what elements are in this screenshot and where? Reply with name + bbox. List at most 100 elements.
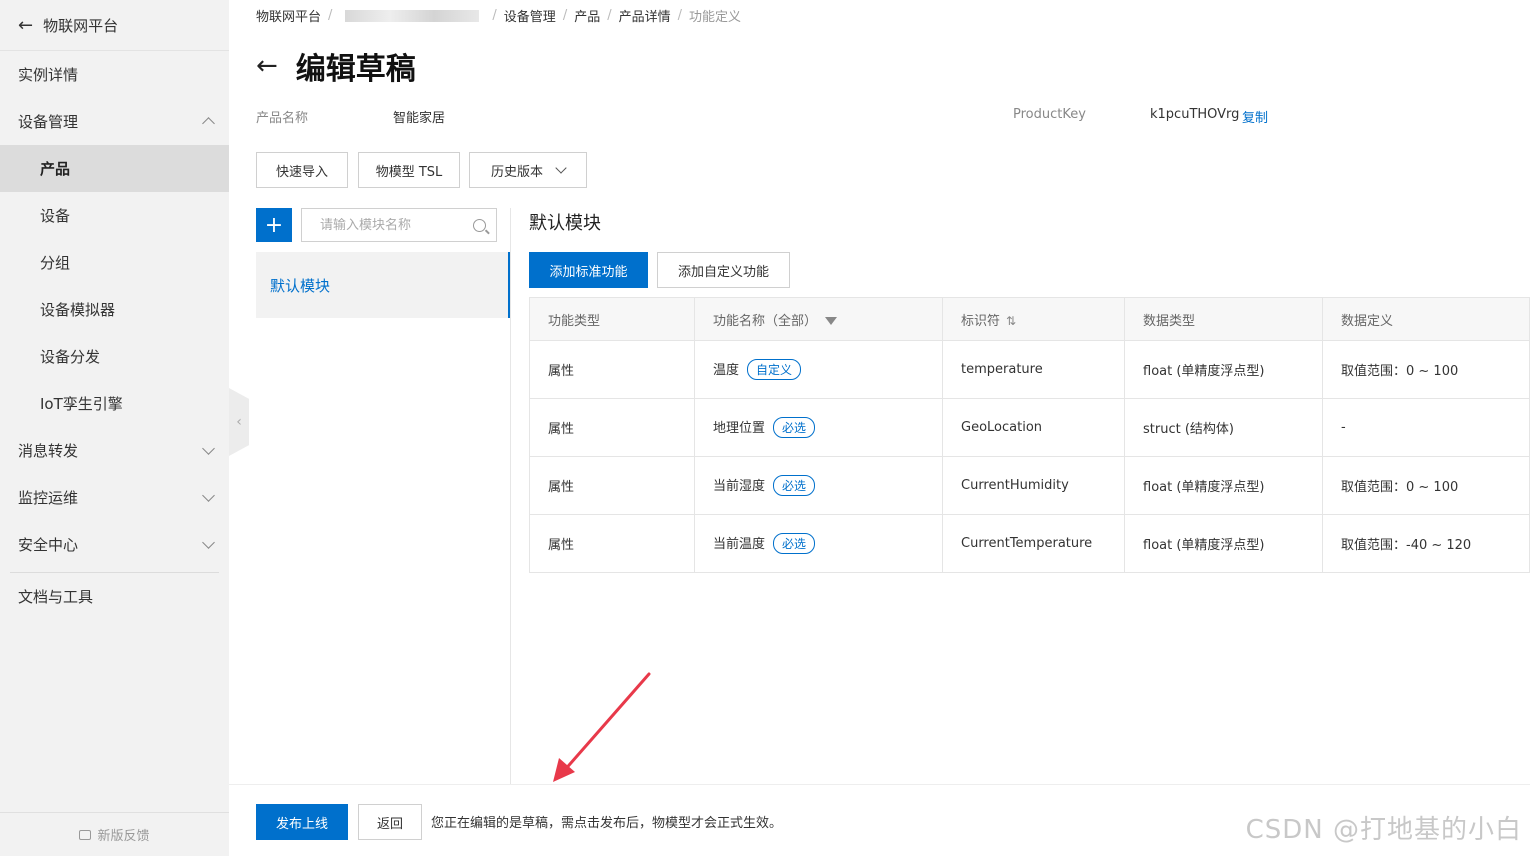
watermark: CSDN @打地基的小白 (1245, 815, 1522, 845)
column-header-data-type: 数据类型 (1124, 297, 1323, 341)
breadcrumb-item[interactable]: 产品 (574, 6, 600, 25)
cell-identifier: GeoLocation (942, 398, 1125, 457)
function-name: 地理位置 (713, 421, 766, 436)
cell-type: 属性 (529, 514, 695, 573)
back-arrow-icon[interactable]: ← (256, 51, 278, 81)
sidebar-header[interactable]: ← 物联网平台 (0, 0, 229, 51)
feedback-label: 新版反馈 (97, 829, 150, 844)
product-key-value: k1pcuTHOVrg (1150, 107, 1240, 122)
sort-icon[interactable]: ⇅ (1006, 314, 1016, 328)
column-header-label: 数据定义 (1341, 313, 1394, 329)
sidebar-item-label: IoT孪生引擎 (40, 395, 123, 413)
cell-name: 当前湿度 必选 (694, 456, 943, 515)
module-search-input[interactable] (320, 217, 460, 233)
cell-type: 属性 (529, 340, 695, 399)
table-row: 属性 当前湿度 必选 CurrentHumidity float (单精度浮点型)… (529, 456, 1530, 515)
module-list-item[interactable]: 默认模块 (256, 252, 510, 318)
column-header-type: 功能类型 (529, 297, 695, 341)
sidebar-item-label: 设备模拟器 (40, 301, 116, 319)
sidebar-item-security[interactable]: 安全中心 (0, 521, 229, 568)
return-button[interactable]: 返回 (358, 804, 422, 840)
sidebar-item-docs-tools[interactable]: 文档与工具 (0, 573, 229, 620)
publish-button[interactable]: 发布上线 (256, 804, 348, 840)
chevron-down-icon (202, 442, 215, 455)
breadcrumb-item[interactable]: 物联网平台 (256, 6, 321, 25)
breadcrumb-separator: / (492, 8, 497, 23)
column-header-identifier: 标识符 ⇅ (942, 297, 1125, 341)
sidebar-item-instance[interactable]: 实例详情 (0, 51, 229, 98)
sidebar-subitem-group[interactable]: 分组 (0, 239, 229, 286)
column-header-name: 功能名称（全部） (694, 297, 943, 341)
chevron-down-icon (555, 162, 567, 174)
filter-icon[interactable] (825, 317, 838, 325)
sidebar-item-label: 分组 (40, 254, 71, 272)
feedback-icon (79, 829, 92, 840)
sidebar-item-monitoring[interactable]: 监控运维 (0, 474, 229, 521)
quick-import-button[interactable]: 快速导入 (256, 152, 348, 188)
sidebar: ← 物联网平台 实例详情 设备管理 产品 设备 分组 设备模拟器 设备分发 Io… (0, 0, 229, 856)
history-version-dropdown[interactable]: 历史版本 (469, 152, 587, 188)
sidebar-item-label: 安全中心 (18, 536, 79, 554)
breadcrumb-separator: / (562, 8, 568, 23)
cell-identifier: temperature (942, 340, 1125, 399)
sidebar-item-device-management[interactable]: 设备管理 (0, 98, 229, 145)
table-row: 属性 地理位置 必选 GeoLocation struct (结构体) - (529, 398, 1530, 457)
page-title: ← 编辑草稿 (256, 44, 416, 88)
function-tag: 必选 (773, 475, 816, 496)
add-custom-function-button[interactable]: 添加自定义功能 (657, 252, 790, 288)
main-content: 物联网平台 / / 设备管理 / 产品 / 产品详情 / 功能定义 ← 编辑草稿… (229, 0, 1530, 856)
cell-data-definition: - (1322, 398, 1530, 457)
sidebar-item-label: 产品 (40, 160, 71, 178)
sidebar-item-message-forwarding[interactable]: 消息转发 (0, 427, 229, 474)
history-version-label: 历史版本 (490, 164, 543, 180)
chevron-down-icon (202, 536, 215, 549)
breadcrumb-item[interactable]: 设备管理 (504, 6, 556, 25)
column-header-label: 标识符 (961, 313, 1001, 329)
product-name-value: 智能家居 (393, 111, 446, 126)
column-header-label: 功能类型 (548, 313, 601, 329)
cell-data-definition: 取值范围：0 ~ 100 (1322, 340, 1530, 399)
sidebar-item-label: 消息转发 (18, 442, 79, 460)
add-module-button[interactable]: + (256, 208, 292, 242)
breadcrumb-separator: / (607, 8, 612, 23)
module-item-label: 默认模块 (270, 276, 331, 295)
function-name: 当前温度 (713, 537, 766, 552)
copy-link[interactable]: 复制 (1242, 107, 1268, 126)
sidebar-title: 物联网平台 (43, 16, 119, 35)
cell-data-type: float (单精度浮点型) (1124, 340, 1323, 399)
panel-divider (510, 208, 511, 784)
back-arrow-icon[interactable]: ← (18, 15, 33, 36)
plus-icon: + (264, 212, 284, 238)
cell-name: 地理位置 必选 (694, 398, 943, 457)
column-header-label: 功能名称（全部） (713, 313, 818, 329)
page-title-text: 编辑草稿 (295, 52, 416, 87)
sidebar-subitem-simulator[interactable]: 设备模拟器 (0, 286, 229, 333)
function-name: 温度 (713, 363, 740, 378)
column-header-data-definition: 数据定义 (1322, 297, 1530, 341)
sidebar-subitem-device[interactable]: 设备 (0, 192, 229, 239)
breadcrumb-item[interactable]: 产品详情 (619, 6, 671, 25)
breadcrumb-separator: / (677, 8, 683, 23)
search-icon[interactable] (473, 218, 486, 232)
sidebar-subitem-product[interactable]: 产品 (0, 145, 229, 192)
cell-data-definition: 取值范围：-40 ~ 120 (1322, 514, 1530, 573)
chevron-down-icon (202, 489, 215, 502)
sidebar-item-label: 文档与工具 (18, 588, 94, 606)
sidebar-subitem-distribution[interactable]: 设备分发 (0, 333, 229, 380)
table-row: 属性 当前温度 必选 CurrentTemperature float (单精度浮… (529, 514, 1530, 573)
function-tag: 必选 (773, 417, 816, 438)
tsl-button[interactable]: 物模型 TSL (358, 152, 460, 188)
table-header-row: 功能类型 功能名称（全部） 标识符 ⇅ 数据类型 数据定义 (529, 297, 1530, 341)
breadcrumb-blurred-item[interactable] (345, 9, 480, 22)
add-standard-function-button[interactable]: 添加标准功能 (529, 252, 648, 288)
feedback-button[interactable]: 新版反馈 (0, 812, 229, 856)
annotation-arrow-icon (553, 672, 651, 782)
cell-type: 属性 (529, 398, 695, 457)
sidebar-subitem-twin-engine[interactable]: IoT孪生引擎 (0, 380, 229, 427)
cell-data-type: struct (结构体) (1124, 398, 1323, 457)
product-key-label: ProductKey (1013, 107, 1086, 122)
draft-notice: 您正在编辑的是草稿，需点击发布后，物模型才会正式生效。 (431, 816, 783, 831)
sidebar-item-label: 监控运维 (18, 489, 79, 507)
breadcrumb-separator: / (328, 8, 333, 23)
sidebar-item-label: 实例详情 (18, 66, 79, 84)
